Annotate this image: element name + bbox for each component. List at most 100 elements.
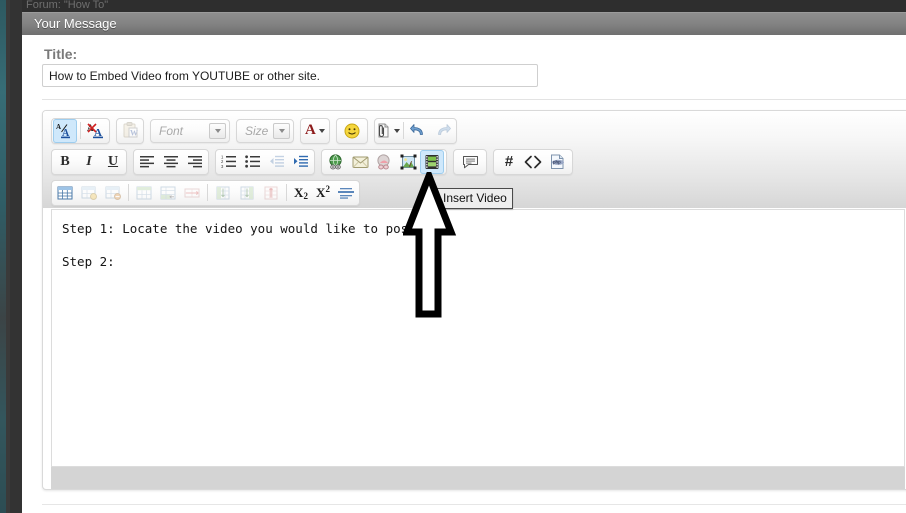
insert-column-after-icon[interactable] [235, 181, 259, 205]
insert-link-icon [328, 153, 342, 169]
toolbar-separator [80, 122, 81, 139]
delete-column-icon[interactable] [259, 181, 283, 205]
divider-below-editor [42, 504, 906, 505]
insert-link-icon[interactable] [324, 150, 348, 174]
your-message-titlebar [22, 12, 906, 35]
align-right-icon[interactable] [183, 150, 207, 174]
list-indent-group: 1 2 3 [215, 148, 315, 175]
ordered-list-icon: 1 2 3 [221, 155, 236, 168]
attach-undo-group [373, 117, 457, 144]
chevron-down-icon[interactable] [209, 122, 226, 139]
attachment-icon [378, 123, 389, 137]
align-left-icon [140, 156, 154, 168]
toolbar-separator [286, 184, 287, 201]
insert-table-icon[interactable] [53, 181, 77, 205]
format-group: A A A A [51, 117, 110, 144]
svg-text:A: A [56, 123, 61, 131]
merge-cells-icon [160, 186, 176, 199]
align-left-icon[interactable] [135, 150, 159, 174]
content-line-2: Step 2: [62, 254, 115, 269]
insert-email-icon[interactable] [348, 150, 372, 174]
insert-image-icon [400, 154, 416, 169]
delete-table-icon[interactable] [101, 181, 125, 205]
title-input[interactable] [42, 64, 538, 87]
insert-image-icon[interactable] [396, 150, 420, 174]
paste-from-word-icon: W [123, 122, 138, 138]
content-line-1: Step 1: Locate the video you would like … [62, 221, 424, 236]
insert-php-icon: php [550, 154, 564, 169]
font-size-select[interactable]: Size [236, 118, 294, 143]
unordered-list-icon[interactable] [241, 150, 265, 174]
redo-icon[interactable] [431, 119, 455, 143]
divider-under-title [42, 99, 906, 100]
paste-from-word-icon[interactable]: W [118, 119, 142, 143]
font-size-label: Size [245, 123, 269, 138]
emoticon-group [335, 117, 368, 144]
insert-quote-icon[interactable] [458, 150, 482, 174]
insert-php-icon[interactable]: php [545, 150, 569, 174]
insert-video-icon[interactable] [420, 149, 444, 174]
annotation-arrow-icon [401, 166, 459, 325]
remove-formatting-icon: A A [87, 123, 103, 139]
insert-code-icon [524, 155, 542, 168]
attachment-icon[interactable] [376, 119, 400, 143]
title-label: Title: [44, 46, 78, 62]
delete-table-icon [105, 186, 121, 200]
redo-icon [438, 124, 452, 135]
message-body-editor[interactable]: Step 1: Locate the video you would like … [51, 209, 905, 467]
rich-text-editor: A A A A W Font Size A B I U 1 2 3 # php … [42, 110, 906, 490]
toolbar-row-2: B I U 1 2 3 # php [51, 148, 579, 175]
subscript-icon[interactable]: X2 [290, 181, 312, 205]
alignment-group [133, 148, 209, 175]
insert-media-group [321, 148, 447, 175]
forum-strip [22, 0, 906, 12]
align-center-icon[interactable] [159, 150, 183, 174]
svg-text:3: 3 [221, 164, 224, 168]
insert-quote-icon [462, 155, 478, 168]
toolbar-row-3: X2 X2 [51, 179, 366, 206]
merge-cells-icon[interactable] [156, 181, 180, 205]
insert-table-icon [57, 186, 73, 199]
remove-link-icon[interactable] [372, 150, 396, 174]
font-family-label: Font [159, 123, 184, 138]
insert-code-icon[interactable] [521, 150, 545, 174]
split-cell-icon[interactable] [180, 181, 204, 205]
left-accent-strip-secondary [6, 0, 10, 513]
ordered-list-icon[interactable]: 1 2 3 [217, 150, 241, 174]
page-title: Your Message [34, 16, 117, 31]
outdent-icon [270, 155, 284, 167]
horizontal-rule-icon [338, 187, 354, 199]
table-properties-icon[interactable] [77, 181, 101, 205]
italic-icon[interactable]: I [77, 150, 101, 174]
editor-footer-bar [51, 467, 905, 489]
insert-row-icon[interactable] [132, 181, 156, 205]
svg-text:php: php [553, 159, 561, 164]
emoticon-icon[interactable] [340, 119, 364, 143]
toolbar-row-1: A A A A W Font Size A [51, 117, 463, 144]
insert-hash-icon[interactable]: # [497, 150, 521, 174]
quote-group [453, 148, 487, 175]
outdent-icon[interactable] [265, 150, 289, 174]
font-color-icon[interactable]: A [305, 119, 325, 143]
font-family-select[interactable]: Font [150, 118, 230, 143]
text-color-format-icon: A A [56, 123, 70, 139]
indent-icon[interactable] [289, 150, 313, 174]
breadcrumb[interactable]: Forum: "How To" [26, 0, 108, 12]
underline-icon[interactable]: U [101, 150, 125, 174]
remove-formatting-icon[interactable]: A A [84, 119, 108, 143]
horizontal-rule-icon[interactable] [334, 181, 358, 205]
chevron-down-icon[interactable] [273, 122, 290, 139]
insert-column-before-icon [216, 186, 230, 199]
superscript-icon[interactable]: X2 [312, 181, 334, 205]
insert-video-icon [425, 154, 439, 169]
undo-icon[interactable] [407, 119, 431, 143]
toolbar-separator [128, 184, 129, 201]
bold-icon[interactable]: B [53, 150, 77, 174]
svg-text:W: W [130, 129, 138, 138]
text-color-format-icon[interactable]: A A [53, 118, 77, 143]
table-group: X2 X2 [51, 179, 360, 206]
insert-row-icon [136, 186, 152, 199]
insert-column-after-icon [240, 186, 254, 199]
insert-column-before-icon[interactable] [211, 181, 235, 205]
text-style-group: B I U [51, 148, 127, 175]
